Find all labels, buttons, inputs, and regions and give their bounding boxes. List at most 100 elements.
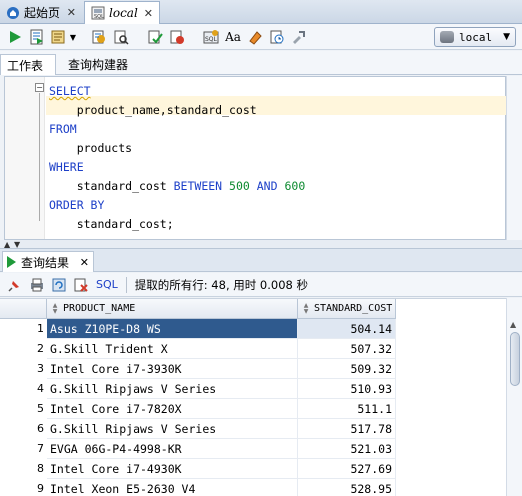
sql-keyword: WHERE: [49, 160, 84, 174]
sql-text: products: [49, 141, 133, 155]
fold-guide: [39, 93, 40, 221]
run-statement-icon[interactable]: [6, 28, 24, 46]
svg-text:SQL: SQL: [205, 36, 218, 43]
cell-product-name[interactable]: G.Skill Ripjaws V Series: [47, 379, 298, 399]
code-line: SELECT: [49, 82, 91, 101]
results-grid: ▲ ▼ PRODUCT_NAME ▲ ▼ STANDARD_COST 1 Asus Z…: [0, 298, 506, 496]
cell-standard-cost[interactable]: 521.03: [298, 439, 396, 459]
chevron-down-icon: ▼: [503, 32, 510, 42]
cell-product-name[interactable]: Intel Core i7-7820X: [47, 399, 298, 419]
tab-query-result[interactable]: 查询结果 ✕: [2, 251, 94, 272]
row-number: 1: [37, 322, 44, 335]
print-icon[interactable]: [28, 276, 46, 294]
cell-standard-cost[interactable]: 511.1: [298, 399, 396, 419]
cell-product-name[interactable]: Asus Z10PE-D8 WS: [47, 319, 298, 339]
table-row[interactable]: 9 Intel Xeon E5-2630 V4 528.95: [0, 479, 396, 496]
sql-editor[interactable]: − SELECT product_name,standard_cost FROM …: [4, 76, 506, 240]
sql-text: standard_cost: [49, 179, 174, 193]
scrollbar-thumb[interactable]: [510, 332, 520, 386]
table-row[interactable]: 7 EVGA 06G-P4-4998-KR 521.03: [0, 439, 396, 459]
sort-icon: ▲ ▼: [303, 301, 309, 315]
table-row[interactable]: 5 Intel Core i7-7820X 511.1: [0, 399, 396, 419]
cell-standard-cost[interactable]: 517.78: [298, 419, 396, 439]
cell-standard-cost[interactable]: 509.32: [298, 359, 396, 379]
sort-icon: ▲ ▼: [52, 301, 58, 315]
tab-start-page[interactable]: 起始页 ✕: [0, 1, 82, 24]
results-tab-bar: 查询结果 ✕: [0, 248, 522, 272]
cell-standard-cost[interactable]: 527.69: [298, 459, 396, 479]
close-icon[interactable]: ✕: [67, 6, 76, 19]
code-line: standard_cost;: [49, 215, 174, 234]
results-scrollbar[interactable]: ▲: [506, 298, 522, 496]
sql-keyword: BETWEEN: [173, 179, 223, 193]
tab-worksheet[interactable]: 工作表: [0, 54, 56, 75]
pin-icon[interactable]: [6, 276, 24, 294]
commit-icon[interactable]: [146, 28, 164, 46]
row-number: 6: [37, 422, 44, 435]
unshared-sql-icon[interactable]: SQL: [202, 28, 220, 46]
cell-product-name[interactable]: EVGA 06G-P4-4998-KR: [47, 439, 298, 459]
cell-product-name[interactable]: G.Skill Ripjaws V Series: [47, 419, 298, 439]
editor-scrollbar[interactable]: [506, 76, 522, 240]
cell-standard-cost[interactable]: 528.95: [298, 479, 396, 496]
editor-subtab-bar: 工作表 查询构建器: [0, 51, 522, 75]
cell-product-name[interactable]: G.Skill Trident X: [47, 339, 298, 359]
autotrace-icon[interactable]: [50, 28, 68, 46]
cell-product-name[interactable]: Intel Core i7-4930K: [47, 459, 298, 479]
sql-tuning-icon[interactable]: [112, 28, 130, 46]
history-icon[interactable]: [268, 28, 286, 46]
row-number: 7: [37, 442, 44, 455]
column-header-product-name[interactable]: ▲ ▼ PRODUCT_NAME: [47, 299, 298, 319]
fold-toggle-icon[interactable]: −: [35, 83, 44, 92]
fetch-status: 提取的所有行: 48, 用时 0.008 秒: [134, 277, 308, 292]
svg-text:SQL: SQL: [94, 14, 104, 20]
database-icon: [440, 31, 454, 43]
refresh-icon[interactable]: [50, 276, 68, 294]
code-line: ORDER BY: [49, 196, 104, 215]
sql-keyword: FROM: [49, 122, 77, 136]
sql-number: 500: [229, 179, 250, 193]
cell-standard-cost[interactable]: 507.32: [298, 339, 396, 359]
chevron-down-icon[interactable]: ▼: [68, 28, 78, 46]
column-header-standard-cost[interactable]: ▲ ▼ STANDARD_COST: [298, 299, 396, 319]
table-row[interactable]: 3 Intel Core i7-3930K 509.32: [0, 359, 396, 379]
row-number: 5: [37, 402, 44, 415]
tab-query-builder[interactable]: 查询构建器: [62, 54, 142, 75]
code-line: standard_cost BETWEEN 500 AND 600: [49, 177, 306, 196]
cell-standard-cost[interactable]: 510.93: [298, 379, 396, 399]
cancel-fetch-icon[interactable]: [72, 276, 90, 294]
column-header-label: STANDARD_COST: [314, 303, 393, 314]
run-script-icon[interactable]: [28, 28, 46, 46]
clear-icon[interactable]: [246, 28, 264, 46]
sql-link[interactable]: SQL: [96, 278, 118, 291]
row-number: 3: [37, 362, 44, 375]
worksheet-toolbar: ▼ SQL Aa local ▼: [0, 24, 522, 50]
sql-formatter-icon[interactable]: [290, 28, 308, 46]
table-row[interactable]: 4 G.Skill Ripjaws V Series 510.93: [0, 379, 396, 399]
row-number: 4: [37, 382, 44, 395]
cell-product-name[interactable]: Intel Core i7-3930K: [47, 359, 298, 379]
tab-label: 查询结果: [21, 255, 70, 270]
tab-local-worksheet[interactable]: SQL local ✕: [84, 1, 160, 24]
column-header-label: PRODUCT_NAME: [63, 303, 136, 314]
table-row[interactable]: 1 Asus Z10PE-D8 WS 504.14: [0, 319, 396, 339]
connection-select[interactable]: local ▼: [434, 27, 516, 47]
cell-product-name[interactable]: Intel Xeon E5-2630 V4: [47, 479, 298, 496]
close-icon[interactable]: ✕: [80, 256, 89, 269]
sql-number: 600: [284, 179, 306, 193]
explain-plan-icon[interactable]: [90, 28, 108, 46]
to-upper-lower-icon[interactable]: Aa: [224, 28, 242, 46]
table-row[interactable]: 6 G.Skill Ripjaws V Series 517.78: [0, 419, 396, 439]
results-toolbar: SQL 提取的所有行: 48, 用时 0.008 秒: [0, 273, 522, 297]
cell-standard-cost[interactable]: 504.14: [298, 319, 396, 339]
close-icon[interactable]: ✕: [144, 7, 153, 20]
home-page-icon: [6, 6, 20, 20]
rollback-icon[interactable]: [168, 28, 186, 46]
table-row[interactable]: 8 Intel Core i7-4930K 527.69: [0, 459, 396, 479]
sql-keyword: ORDER BY: [49, 198, 105, 212]
row-number: 8: [37, 462, 44, 475]
table-row[interactable]: 2 G.Skill Trident X 507.32: [0, 339, 396, 359]
pane-splitter[interactable]: ▲ ▼: [0, 240, 522, 249]
scroll-up-icon[interactable]: ▲: [510, 320, 516, 329]
